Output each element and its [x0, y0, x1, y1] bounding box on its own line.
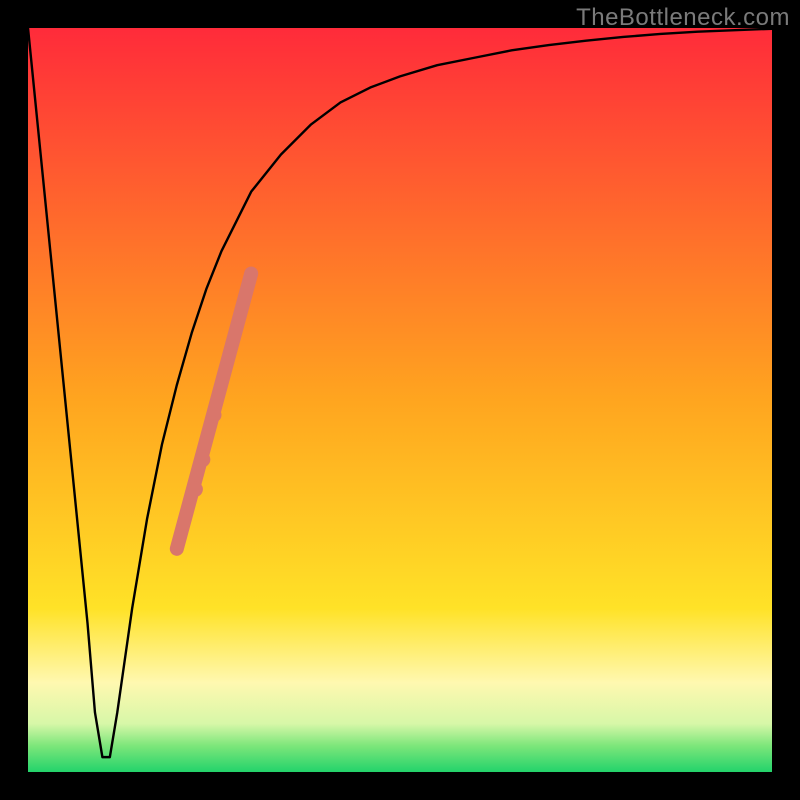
chart-container: TheBottleneck.com: [0, 0, 800, 800]
recommendation-dot: [195, 452, 210, 467]
watermark-text: TheBottleneck.com: [576, 4, 790, 32]
plot-background: [28, 28, 772, 772]
bottleneck-chart: [0, 0, 800, 800]
recommendation-dot: [207, 407, 222, 422]
recommendation-dot: [188, 482, 203, 497]
